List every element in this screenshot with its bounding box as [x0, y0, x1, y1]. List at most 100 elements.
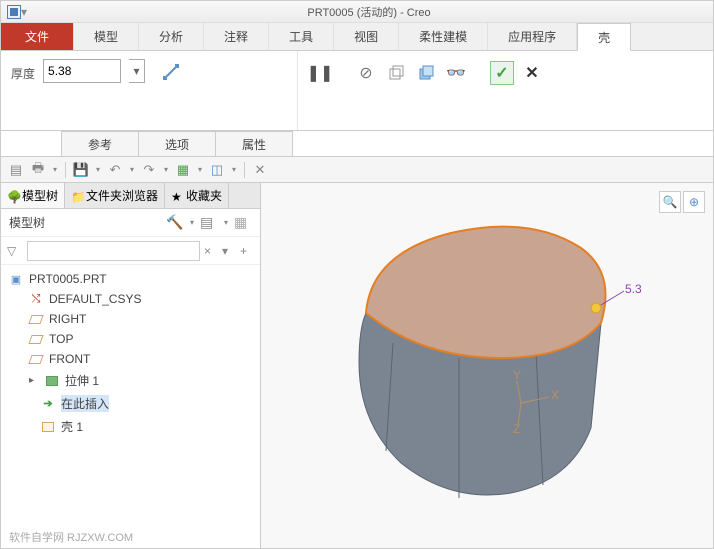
- doc-icon[interactable]: ▤: [7, 161, 25, 179]
- tab-flex[interactable]: 柔性建模: [399, 23, 488, 50]
- tree-label: DEFAULT_CSYS: [49, 292, 141, 306]
- sidebar-title: 模型树: [9, 214, 160, 231]
- tree-item-extrude[interactable]: ▸ 拉伸 1: [1, 369, 260, 392]
- settings-icon[interactable]: ▤: [200, 214, 218, 231]
- model-tree: ▣ PRT0005.PRT ⤭ DEFAULT_CSYS RIGHT TOP F…: [1, 265, 260, 548]
- plane-icon: [29, 312, 43, 326]
- sidebar-tab-favorites[interactable]: ★收藏夹: [165, 183, 229, 208]
- tree-root[interactable]: ▣ PRT0005.PRT: [1, 269, 260, 289]
- folder-icon: 📁: [71, 190, 83, 202]
- subtab-refs[interactable]: 参考: [61, 131, 139, 156]
- go-icon[interactable]: ▾: [222, 244, 236, 258]
- app-logo-icon: [7, 5, 21, 19]
- shell-icon: [41, 420, 55, 434]
- thickness-label: 厚度: [11, 65, 35, 82]
- model-render: 5.38 0_THICK X Y Z: [321, 193, 641, 513]
- viewport-tools: 🔍 ⊕: [659, 191, 705, 213]
- tree-label: 壳 1: [61, 418, 83, 435]
- subtab-props[interactable]: 属性: [215, 131, 293, 156]
- part-icon: ▣: [9, 272, 23, 286]
- tab-tools[interactable]: 工具: [269, 23, 334, 50]
- thickness-dropdown-icon[interactable]: ▾: [129, 59, 145, 83]
- tree-label: TOP: [49, 332, 73, 346]
- footer-watermark: 软件自学网 RJZXW.COM: [1, 526, 141, 548]
- dd-icon[interactable]: ▾: [51, 161, 59, 179]
- quick-access-toolbar: ▤ 🖶▾ 💾▾ ↶▾ ↷▾ ▦▾ ◫▾ ✕: [1, 157, 713, 183]
- cancel-button[interactable]: ✕: [520, 61, 544, 85]
- main-area: 🌳模型树 📁文件夹浏览器 ★收藏夹 模型树 🔨▾ ▤▾ ▦ ▽ × ▾ + ▣ …: [1, 183, 713, 548]
- tree-label: FRONT: [49, 352, 90, 366]
- tab-shell[interactable]: 壳: [577, 23, 631, 51]
- star-icon: ★: [171, 190, 183, 202]
- undo-icon[interactable]: ↶: [106, 161, 124, 179]
- tree-label: PRT0005.PRT: [29, 272, 107, 286]
- tab-analysis[interactable]: 分析: [139, 23, 204, 50]
- filter-input[interactable]: [27, 241, 200, 261]
- zoom-fit-icon[interactable]: 🔍: [659, 191, 681, 213]
- svg-text:X: X: [551, 388, 559, 402]
- sidebar-tab-label: 模型树: [22, 187, 58, 204]
- tab-model[interactable]: 模型: [74, 23, 139, 50]
- tree-item-csys[interactable]: ⤭ DEFAULT_CSYS: [1, 289, 260, 309]
- plane-icon: [29, 352, 43, 366]
- tree-item-plane[interactable]: TOP: [1, 329, 260, 349]
- tab-apps[interactable]: 应用程序: [488, 23, 577, 50]
- pause-icon[interactable]: ❚❚: [308, 61, 332, 85]
- extrude-icon: [45, 374, 59, 388]
- sidebar: 🌳模型树 📁文件夹浏览器 ★收藏夹 模型树 🔨▾ ▤▾ ▦ ▽ × ▾ + ▣ …: [1, 183, 261, 548]
- tree-item-insert-here[interactable]: ➔ 在此插入: [1, 392, 260, 415]
- tree-item-plane[interactable]: FRONT: [1, 349, 260, 369]
- windows-icon[interactable]: ◫: [208, 161, 226, 179]
- flip-direction-icon[interactable]: [161, 62, 181, 82]
- sidebar-tab-file-browser[interactable]: 📁文件夹浏览器: [65, 183, 165, 208]
- expand-icon[interactable]: ▸: [29, 375, 39, 386]
- glasses-icon[interactable]: 👓: [444, 61, 468, 85]
- title-bar: ▾ PRT0005 (活动的) - Creo: [1, 1, 713, 23]
- sidebar-tab-model-tree[interactable]: 🌳模型树: [1, 183, 65, 208]
- dd-icon[interactable]: ▾: [162, 161, 170, 179]
- wireframe-icon[interactable]: [384, 61, 408, 85]
- tab-file[interactable]: 文件: [1, 23, 74, 50]
- dd-icon[interactable]: ▾: [230, 161, 238, 179]
- tree-label: 拉伸 1: [65, 372, 99, 389]
- sidebar-tabs: 🌳模型树 📁文件夹浏览器 ★收藏夹: [1, 183, 260, 209]
- thickness-input[interactable]: [43, 59, 121, 83]
- csys-icon: ⤭: [29, 292, 43, 306]
- svg-text:Y: Y: [513, 368, 521, 382]
- svg-text:Z: Z: [513, 422, 520, 436]
- tree-item-shell[interactable]: 壳 1: [1, 415, 260, 438]
- plane-icon: [29, 332, 43, 346]
- zoom-in-icon[interactable]: ⊕: [683, 191, 705, 213]
- ribbon-tabs: 文件 模型 分析 注释 工具 视图 柔性建模 应用程序 壳: [1, 23, 713, 51]
- print-icon[interactable]: 🖶: [29, 161, 47, 179]
- add-icon[interactable]: +: [240, 244, 254, 258]
- filter-row: ▽ × ▾ +: [1, 237, 260, 265]
- save-icon[interactable]: 💾: [72, 161, 90, 179]
- clear-icon[interactable]: ×: [204, 244, 218, 258]
- sidebar-header: 模型树 🔨▾ ▤▾ ▦: [1, 209, 260, 237]
- close-icon[interactable]: ✕: [251, 161, 269, 179]
- tree-item-plane[interactable]: RIGHT: [1, 309, 260, 329]
- tab-annotate[interactable]: 注释: [204, 23, 269, 50]
- tree-label: RIGHT: [49, 312, 86, 326]
- hammer-icon[interactable]: 🔨: [166, 214, 184, 231]
- subtab-options[interactable]: 选项: [138, 131, 216, 156]
- dd-icon[interactable]: ▾: [94, 161, 102, 179]
- ribbon-body: 厚度 ▾ ❚❚ ⊘ 👓 ✓ ✕ 参考 选项 属性: [1, 51, 713, 131]
- tab-view[interactable]: 视图: [334, 23, 399, 50]
- dd-icon[interactable]: ▾: [196, 161, 204, 179]
- disable-icon[interactable]: ⊘: [354, 61, 378, 85]
- app-menu-dropdown-icon[interactable]: ▾: [21, 5, 31, 19]
- tree-label: 在此插入: [61, 395, 109, 412]
- window-title: PRT0005 (活动的) - Creo: [31, 4, 707, 20]
- regen-icon[interactable]: ▦: [174, 161, 192, 179]
- filter-icon[interactable]: ▽: [7, 244, 23, 258]
- shaded-box-icon[interactable]: [414, 61, 438, 85]
- thickness-annotation: 5.38 0_THICK: [625, 282, 641, 296]
- dd-icon[interactable]: ▾: [128, 161, 136, 179]
- redo-icon[interactable]: ↷: [140, 161, 158, 179]
- viewport-3d[interactable]: 🔍 ⊕ 5.38 0_THICK X Y Z: [261, 183, 713, 548]
- display-icon[interactable]: ▦: [234, 214, 252, 231]
- thickness-group: 厚度 ▾: [1, 51, 297, 130]
- ok-button[interactable]: ✓: [490, 61, 514, 85]
